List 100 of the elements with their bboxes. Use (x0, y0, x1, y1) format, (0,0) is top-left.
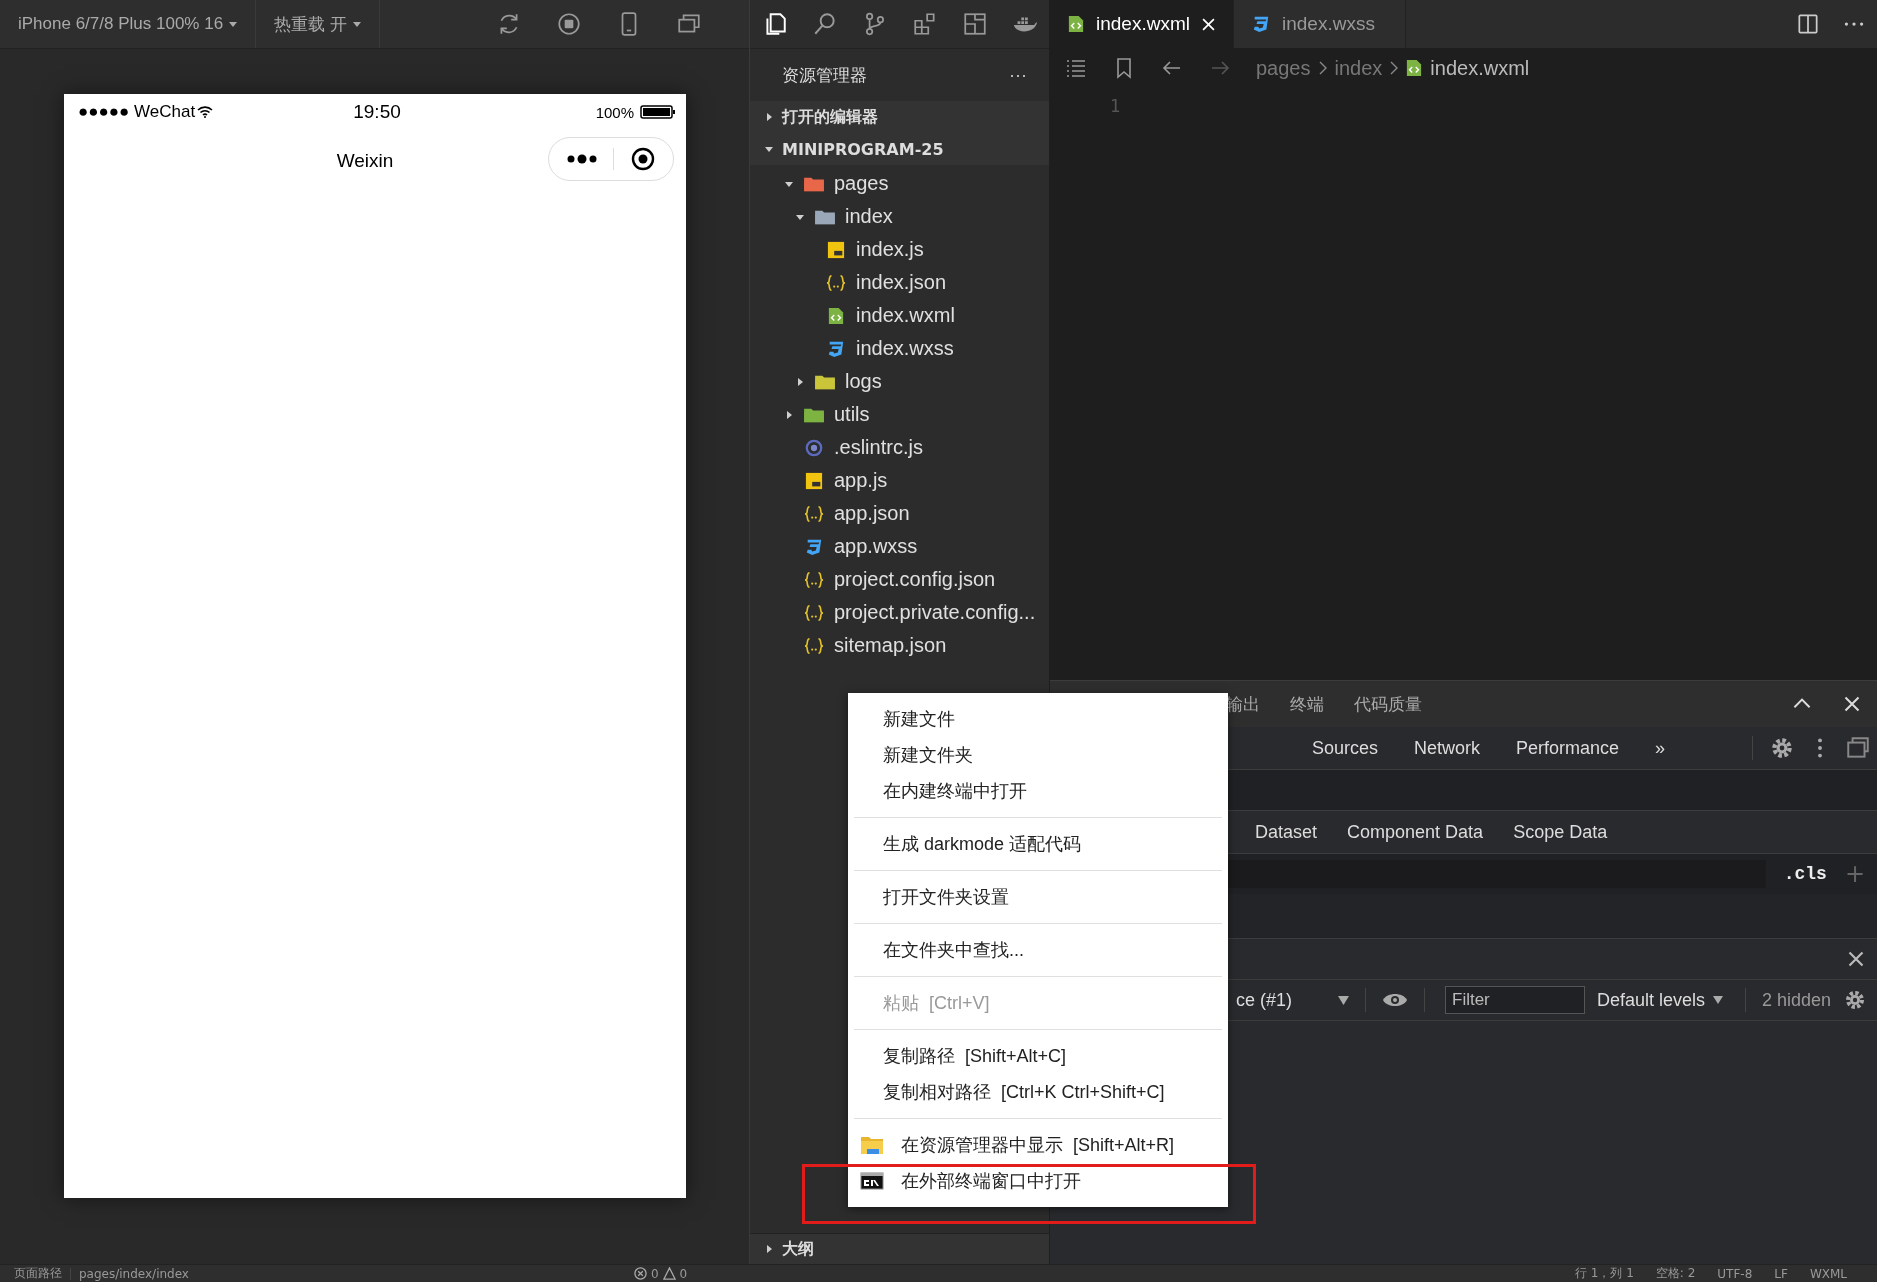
carrier-text: ●●●●● WeChat (78, 102, 196, 122)
devtools-tab[interactable]: Sources (1312, 737, 1379, 759)
layout-icon[interactable] (962, 11, 988, 37)
eye-icon[interactable] (1382, 992, 1408, 1008)
caret-icon[interactable] (1713, 996, 1724, 1004)
tree-item[interactable]: app.wxss (834, 535, 918, 558)
sidebar-pane-tab[interactable]: Component Data (1347, 821, 1484, 843)
tree-item[interactable]: index.wxml (856, 304, 955, 327)
folder-icon (860, 1135, 884, 1155)
caret-icon[interactable] (352, 21, 361, 27)
panel-tab[interactable]: 代码质量 (1354, 692, 1422, 716)
filter-field[interactable]: Filter (1445, 986, 1585, 1014)
time-text: 19:50 (353, 101, 401, 123)
tree-item[interactable]: app.js (834, 469, 888, 492)
search-icon[interactable] (812, 11, 838, 37)
menu-item[interactable]: 复制路径 [Shift+Alt+C] (848, 1038, 1228, 1074)
tree-item[interactable]: app.json (834, 502, 910, 525)
battery-text: 100% (595, 103, 634, 121)
error-count[interactable]: 0 (650, 1266, 659, 1281)
caret-icon[interactable] (229, 21, 238, 27)
tree-item[interactable]: project.private.config... (834, 601, 1036, 624)
js-file-icon (827, 240, 845, 259)
explorer-title: 资源管理器 (782, 63, 868, 87)
tree-item[interactable]: .eslintrc.js (834, 436, 923, 459)
braces-icon (826, 273, 846, 292)
close-target-icon[interactable] (630, 147, 655, 171)
dock-icon[interactable] (1845, 735, 1871, 761)
breadcrumb-item[interactable]: index (1334, 56, 1383, 80)
status-item[interactable]: WXML (1809, 1266, 1847, 1281)
menu-item[interactable]: 在内建终端中打开 (848, 773, 1228, 809)
breadcrumb-item[interactable]: pages (1256, 56, 1311, 80)
tree-item[interactable]: index.json (856, 271, 947, 294)
menu-item[interactable]: 在文件夹中查找... (848, 932, 1228, 968)
braces-icon (804, 504, 824, 523)
stop-icon[interactable] (556, 11, 582, 37)
expanded-chevron-icon[interactable] (764, 144, 774, 154)
extensions-icon[interactable] (912, 11, 938, 37)
menu-item[interactable]: 生成 darkmode 适配代码 (848, 826, 1228, 862)
device-dropdown[interactable]: iPhone 6/7/8 Plus 100% 16 (0, 0, 257, 48)
settings-icon[interactable] (1769, 735, 1795, 761)
close-icon[interactable] (1202, 17, 1215, 31)
braces-icon (804, 636, 824, 655)
page-path-link[interactable]: pages/index/index (79, 1266, 189, 1281)
js-file-icon (805, 471, 823, 490)
code-file-icon (828, 306, 844, 325)
devtools-tab[interactable]: Network (1414, 737, 1481, 759)
collapsed-chevron-icon[interactable] (764, 112, 774, 122)
section-header[interactable]: 大纲 (782, 1238, 814, 1260)
more-dots-icon[interactable] (567, 154, 598, 164)
split-editor-icon[interactable] (1795, 11, 1821, 37)
css-file-icon (1252, 15, 1270, 33)
levels-dropdown[interactable]: Default levels (1591, 989, 1730, 1011)
tree-item[interactable]: project.config.json (834, 568, 996, 591)
tree-item[interactable]: pages (834, 172, 889, 195)
status-item[interactable]: LF (1774, 1266, 1788, 1281)
tree-item[interactable]: index.js (856, 238, 924, 261)
context-dropdown[interactable]: ce (#1) (1236, 989, 1332, 1011)
menu-item[interactable]: 打开文件夹设置 (848, 879, 1228, 915)
menu-item[interactable]: 在外部终端窗口中打开 (848, 1163, 1228, 1199)
status-item[interactable]: UTF-8 (1717, 1266, 1753, 1281)
devtools-tab[interactable]: Performance (1516, 737, 1620, 759)
status-text: 页面路径 (14, 1265, 62, 1282)
error-icon[interactable] (633, 1267, 647, 1280)
sidebar-pane-tab[interactable]: Dataset (1255, 821, 1318, 843)
editor-tab[interactable]: index.wxml (1050, 0, 1234, 48)
sidebar-pane-tab[interactable]: Scope Data (1513, 821, 1608, 843)
css-file-icon (827, 339, 845, 358)
panel-tab[interactable]: 终端 (1290, 692, 1324, 716)
menu-item[interactable]: 新建文件夹 (848, 737, 1228, 773)
menu-item[interactable]: 复制相对路径 [Ctrl+K Ctrl+Shift+C] (848, 1074, 1228, 1110)
status-item[interactable]: 行 1，列 1 (1574, 1265, 1634, 1282)
menu-item[interactable]: 新建文件 (848, 701, 1228, 737)
braces-icon (804, 603, 824, 622)
collapsed-chevron-icon[interactable] (784, 409, 794, 420)
terminal-icon (860, 1171, 884, 1191)
tree-item[interactable]: utils (834, 403, 870, 426)
wifi-icon (197, 106, 214, 118)
status-item[interactable]: 空格: 2 (1655, 1265, 1696, 1282)
tree-item[interactable]: index.wxss (856, 337, 954, 360)
warning-icon[interactable] (662, 1267, 676, 1280)
collapsed-chevron-icon[interactable] (764, 1244, 774, 1254)
cls-button[interactable]: .cls (1765, 864, 1845, 884)
dropdown-caret-icon[interactable] (1338, 995, 1349, 1005)
tree-item[interactable]: logs (845, 370, 882, 393)
battery-icon (640, 104, 676, 120)
breadcrumb-item[interactable]: index.wxml (1430, 56, 1530, 80)
menu-item[interactable]: 在资源管理器中显示 [Shift+Alt+R] (848, 1127, 1228, 1163)
page-title: Weixin (336, 150, 394, 172)
hidden-count: 2 hidden (1762, 989, 1832, 1011)
braces-icon (804, 570, 824, 589)
warning-count[interactable]: 0 (679, 1266, 688, 1281)
collapsed-chevron-icon[interactable] (795, 376, 805, 387)
more-button[interactable]: ··· (1009, 64, 1027, 86)
tree-item[interactable]: sitemap.json (834, 634, 947, 657)
more-tabs-button[interactable]: » (1655, 737, 1666, 759)
separator-chevron-icon (1390, 61, 1399, 75)
tree-item[interactable]: index (845, 205, 893, 228)
hot-reload-dropdown[interactable]: 热重载 开 (256, 0, 380, 48)
separator-chevron-icon (1318, 61, 1327, 75)
css-file-icon (805, 537, 823, 556)
